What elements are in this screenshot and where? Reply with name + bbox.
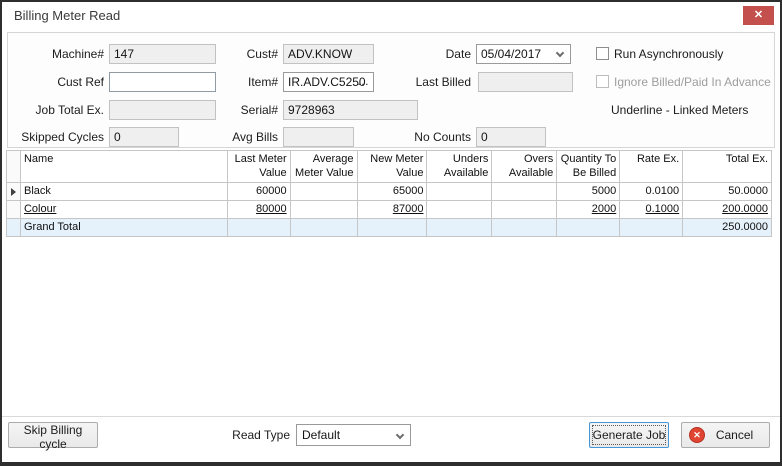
cell-name: Black — [21, 183, 228, 201]
read-type-value: Default — [302, 428, 340, 442]
grid-row-black[interactable]: Black 60000 65000 5000 0.0100 50.0000 — [6, 183, 772, 201]
col-unders-available[interactable]: Unders Available — [427, 151, 492, 183]
generate-job-button[interactable]: Generate Job — [589, 422, 669, 448]
billing-meter-read-dialog: Billing Meter Read ✕ Machine# 147 Cust# … — [0, 0, 782, 466]
col-total-ex[interactable]: Total Ex. — [683, 151, 772, 183]
footer-divider — [2, 416, 780, 417]
cell-unders — [427, 183, 492, 201]
cell-overs — [492, 183, 557, 201]
cell-last-meter — [228, 219, 291, 237]
avg-bills-label: Avg Bills — [196, 127, 278, 147]
cell-unders — [427, 201, 492, 219]
cancel-label: Cancel — [716, 428, 753, 442]
cell-rate-ex — [620, 219, 683, 237]
cell-total-ex: 50.0000 — [683, 183, 772, 201]
grid-row-colour[interactable]: Colour 80000 87000 2000 0.1000 200.0000 — [6, 201, 772, 219]
run-async-label: Run Asynchronously — [614, 47, 723, 61]
row-indicator-cell — [7, 201, 21, 219]
grid-row-grand-total: Grand Total 250.0000 — [6, 219, 772, 237]
item-value: IR.ADV.C5250 — [288, 75, 366, 89]
cell-new-meter[interactable]: 65000 — [358, 183, 428, 201]
no-counts-label: No Counts — [401, 127, 471, 147]
run-async-checkbox[interactable] — [596, 47, 609, 60]
underline-linked-meters-note: Underline - Linked Meters — [611, 100, 748, 120]
read-type-select[interactable]: Default — [296, 424, 411, 446]
cell-unders — [427, 219, 492, 237]
item-label: Item# — [196, 72, 278, 92]
cell-last-meter: 60000 — [228, 183, 291, 201]
col-average-meter-value[interactable]: Average Meter Value — [291, 151, 358, 183]
cell-overs — [492, 201, 557, 219]
cancel-x-icon: ✕ — [689, 427, 705, 443]
skipped-cycles-field: 0 — [109, 127, 179, 147]
col-quantity-to-be-billed[interactable]: Quantity To Be Billed — [557, 151, 620, 183]
ignore-billed-checkbox — [596, 75, 609, 88]
cell-total-ex: 200.0000 — [683, 201, 772, 219]
cell-avg-meter — [291, 183, 358, 201]
title-bar: Billing Meter Read ✕ — [2, 2, 780, 30]
cell-new-meter[interactable]: 87000 — [358, 201, 428, 219]
skip-billing-cycle-button[interactable]: Skip Billing cycle — [8, 422, 98, 448]
date-picker[interactable]: 05/04/2017 — [476, 44, 571, 64]
last-billed-label: Last Billed — [401, 72, 471, 92]
grid-header-row: Name Last Meter Value Average Meter Valu… — [6, 151, 772, 183]
cell-overs — [492, 219, 557, 237]
no-counts-field: 0 — [476, 127, 546, 147]
cell-rate-ex[interactable]: 0.0100 — [620, 183, 683, 201]
avg-bills-field — [283, 127, 354, 147]
form-panel: Machine# 147 Cust# ADV.KNOW Date 05/04/2… — [7, 32, 775, 148]
col-rate-ex[interactable]: Rate Ex. — [620, 151, 683, 183]
cell-last-meter: 80000 — [228, 201, 291, 219]
meter-grid: Name Last Meter Value Average Meter Valu… — [6, 150, 772, 237]
ignore-billed-label: Ignore Billed/Paid In Advance — [614, 75, 771, 89]
current-row-indicator-icon — [11, 188, 16, 196]
job-total-label: Job Total Ex. — [9, 100, 104, 120]
col-new-meter-value[interactable]: New Meter Value — [358, 151, 428, 183]
row-header-column — [7, 151, 21, 183]
row-indicator-cell — [7, 219, 21, 237]
last-billed-field — [478, 72, 573, 92]
cell-qty-billed — [557, 219, 620, 237]
chevron-down-icon — [556, 49, 564, 57]
cancel-button[interactable]: ✕ Cancel — [681, 422, 770, 448]
cell-avg-meter — [291, 201, 358, 219]
cell-total-ex: 250.0000 — [683, 219, 772, 237]
item-field[interactable]: IR.ADV.C5250 … — [283, 72, 374, 92]
cust-label: Cust# — [196, 44, 278, 64]
cell-new-meter — [358, 219, 428, 237]
date-label: Date — [401, 44, 471, 64]
serial-field: 9728963 — [283, 100, 418, 120]
cell-name: Grand Total — [21, 219, 228, 237]
col-overs-available[interactable]: Overs Available — [492, 151, 557, 183]
item-browse-button[interactable]: … — [357, 73, 370, 89]
skipped-cycles-label: Skipped Cycles — [9, 127, 104, 147]
cust-field: ADV.KNOW — [283, 44, 374, 64]
window-title: Billing Meter Read — [14, 2, 120, 30]
cell-rate-ex[interactable]: 0.1000 — [620, 201, 683, 219]
date-value: 05/04/2017 — [481, 47, 541, 61]
cell-name: Colour — [21, 201, 228, 219]
machine-label: Machine# — [9, 44, 104, 64]
chevron-down-icon — [396, 431, 404, 439]
cell-qty-billed[interactable]: 2000 — [557, 201, 620, 219]
serial-label: Serial# — [196, 100, 278, 120]
col-last-meter-value[interactable]: Last Meter Value — [228, 151, 291, 183]
col-name[interactable]: Name — [21, 151, 228, 183]
close-icon: ✕ — [754, 9, 763, 21]
read-type-label: Read Type — [225, 422, 290, 448]
cust-ref-label: Cust Ref — [9, 72, 104, 92]
row-indicator-cell — [7, 183, 21, 201]
cell-qty-billed[interactable]: 5000 — [557, 183, 620, 201]
close-button[interactable]: ✕ — [743, 6, 774, 25]
cell-avg-meter — [291, 219, 358, 237]
